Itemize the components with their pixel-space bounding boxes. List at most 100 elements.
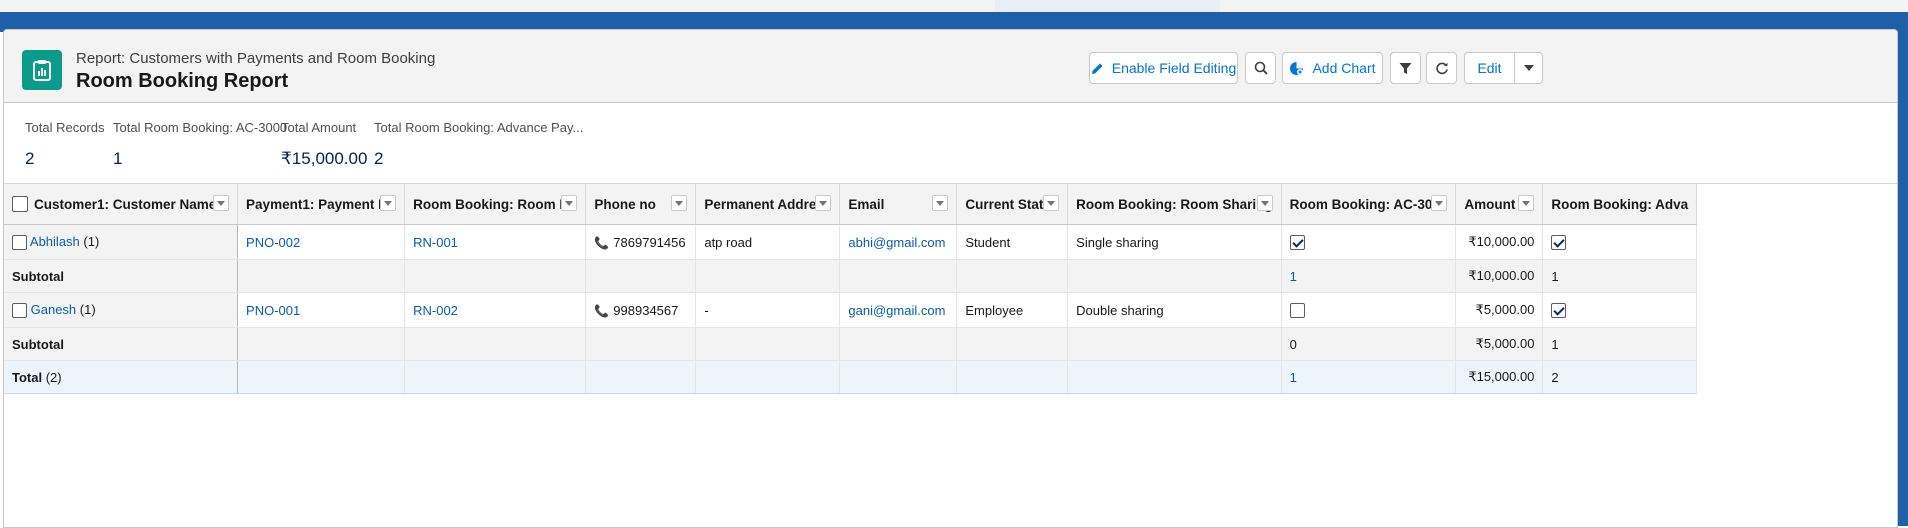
filter-button[interactable] xyxy=(1390,52,1421,84)
refresh-button[interactable] xyxy=(1426,52,1457,84)
row-checkbox[interactable] xyxy=(12,303,27,319)
email-link[interactable]: abhi@gmail.com xyxy=(839,224,958,260)
ac3000-checkbox-unchecked xyxy=(1289,303,1305,319)
report-type-label: Report: Customers with Payments and Room… xyxy=(76,50,436,67)
column-menu-icon[interactable] xyxy=(815,195,832,211)
phone-number[interactable]: 998934567 xyxy=(613,303,678,318)
payment-no-link[interactable]: PNO-001 xyxy=(237,292,406,328)
background-tab xyxy=(995,0,1220,12)
total-cell: Total (2) xyxy=(4,360,239,394)
room-no-link[interactable]: RN-002 xyxy=(404,292,587,328)
group-cell: Ganesh (1) xyxy=(4,292,239,328)
phone-icon: 📞 xyxy=(594,303,610,318)
column-menu-icon[interactable] xyxy=(1431,195,1448,211)
edit-button[interactable]: Edit xyxy=(1464,52,1515,84)
column-header-status[interactable]: Current Status xyxy=(956,184,1069,225)
advance-cell xyxy=(1542,224,1698,260)
room-no-link[interactable]: RN-001 xyxy=(404,224,587,260)
subtotal-ac3000: 0 xyxy=(1281,327,1457,361)
group-count: (1) xyxy=(83,233,100,249)
status-cell: Student xyxy=(956,224,1069,260)
summary-label: Total Room Booking: AC-3000 xyxy=(113,120,288,135)
column-header-ac3000[interactable]: Room Booking: AC-3000 xyxy=(1281,184,1457,225)
column-header-phone[interactable]: Phone no xyxy=(585,184,697,225)
column-menu-icon[interactable] xyxy=(561,195,578,211)
summary-total-advance: Total Room Booking: Advance Pay... 2 xyxy=(374,120,583,169)
subtotal-amount: ₹5,000.00 xyxy=(1455,327,1544,361)
total-advance: 2 xyxy=(1542,360,1698,394)
report-table: Customer1: Customer Name↑ Payment1: Paym… xyxy=(4,183,1897,394)
column-header-customer-name[interactable]: Customer1: Customer Name↑ xyxy=(4,184,239,225)
summary-total-amount: Total Amount ₹15,000.00 xyxy=(281,120,367,169)
table-row: Ganesh (1) PNO-001 RN-002 📞 998934567 - g… xyxy=(4,292,1698,328)
edit-label: Edit xyxy=(1477,60,1502,76)
sharing-cell: Double sharing xyxy=(1067,292,1282,328)
column-header-room-sharing[interactable]: Room Booking: Room Sharing xyxy=(1067,184,1282,225)
amount-cell: ₹10,000.00 xyxy=(1455,224,1544,260)
total-row: Total (2) 1 ₹15,000.00 2 xyxy=(4,360,1698,394)
subtotal-amount: ₹10,000.00 xyxy=(1455,259,1544,293)
column-menu-icon[interactable] xyxy=(1256,195,1273,211)
subtotal-row: Subtotal 1 ₹10,000.00 1 xyxy=(4,259,1698,293)
column-header-room-no[interactable]: Room Booking: Room No xyxy=(404,184,587,225)
column-header-email[interactable]: Email xyxy=(839,184,958,225)
total-amount: ₹15,000.00 xyxy=(1455,360,1544,394)
more-actions-button[interactable] xyxy=(1514,52,1543,84)
group-count: (1) xyxy=(79,301,96,317)
column-menu-icon[interactable] xyxy=(671,195,688,211)
subtotal-ac3000: 1 xyxy=(1281,259,1457,293)
summary-value: 2 xyxy=(25,149,35,168)
column-menu-icon[interactable] xyxy=(1043,195,1060,211)
summary-total-ac3000: Total Room Booking: AC-3000 1 xyxy=(113,120,287,169)
enable-field-editing-label: Enable Field Editing xyxy=(1111,60,1237,76)
search-icon xyxy=(1254,61,1268,75)
status-cell: Employee xyxy=(956,292,1069,328)
report-card: Report: Customers with Payments and Room… xyxy=(3,29,1898,528)
column-header-amount[interactable]: Amount xyxy=(1455,184,1544,225)
payment-no-link[interactable]: PNO-002 xyxy=(237,224,406,260)
subtotal-advance: 1 xyxy=(1542,259,1698,293)
add-chart-button[interactable]: Add Chart xyxy=(1282,52,1383,84)
phone-cell: 📞 998934567 xyxy=(585,292,697,328)
customer-link[interactable]: Abhilash xyxy=(30,234,80,249)
column-header-payment-no[interactable]: Payment1: Payment No xyxy=(237,184,406,225)
summary-label: Total Amount xyxy=(281,120,357,135)
subtotal-row: Subtotal 0 ₹5,000.00 1 xyxy=(4,327,1698,361)
column-menu-icon[interactable] xyxy=(213,195,230,211)
search-button[interactable] xyxy=(1245,52,1276,84)
column-header-advance[interactable]: Room Booking: Adva xyxy=(1542,184,1698,225)
report-icon xyxy=(22,50,62,90)
filter-icon xyxy=(1399,62,1412,74)
add-chart-label: Add Chart xyxy=(1312,60,1376,76)
customer-link[interactable]: Ganesh xyxy=(31,302,77,317)
chevron-down-icon xyxy=(1523,65,1534,71)
advance-cell xyxy=(1542,292,1698,328)
column-header-address[interactable]: Permanent Address xyxy=(695,184,841,225)
summary-total-records: Total Records 2 xyxy=(25,120,104,169)
column-menu-icon[interactable] xyxy=(380,195,397,211)
group-cell: Abhilash (1) xyxy=(4,224,239,260)
select-all-checkbox[interactable] xyxy=(12,196,28,213)
subtotal-advance: 1 xyxy=(1542,327,1698,361)
summary-value: 1 xyxy=(113,149,123,168)
enable-field-editing-button[interactable]: Enable Field Editing xyxy=(1089,52,1238,84)
phone-cell: 📞 7869791456 xyxy=(585,224,697,260)
column-menu-icon[interactable] xyxy=(932,195,949,211)
summary-label: Total Records xyxy=(25,120,105,135)
email-link[interactable]: gani@gmail.com xyxy=(839,292,958,328)
sharing-cell: Single sharing xyxy=(1067,224,1282,260)
advance-checkbox-checked xyxy=(1551,303,1567,319)
table-row: Abhilash (1) PNO-002 RN-001 📞 7869791456 … xyxy=(4,224,1698,260)
chart-icon xyxy=(1290,61,1304,75)
page-title: Room Booking Report xyxy=(76,70,289,92)
summary-value: ₹15,000.00 xyxy=(281,149,368,168)
pencil-icon xyxy=(1091,63,1103,74)
column-menu-icon[interactable] xyxy=(1518,195,1535,211)
address-cell: atp road xyxy=(695,224,841,260)
ac3000-checkbox-checked xyxy=(1289,235,1305,251)
advance-checkbox-checked xyxy=(1551,235,1567,251)
total-ac3000: 1 xyxy=(1281,360,1457,394)
row-checkbox[interactable] xyxy=(12,235,27,251)
phone-number[interactable]: 7869791456 xyxy=(613,235,685,250)
table-header-row: Customer1: Customer Name↑ Payment1: Paym… xyxy=(4,184,1698,225)
